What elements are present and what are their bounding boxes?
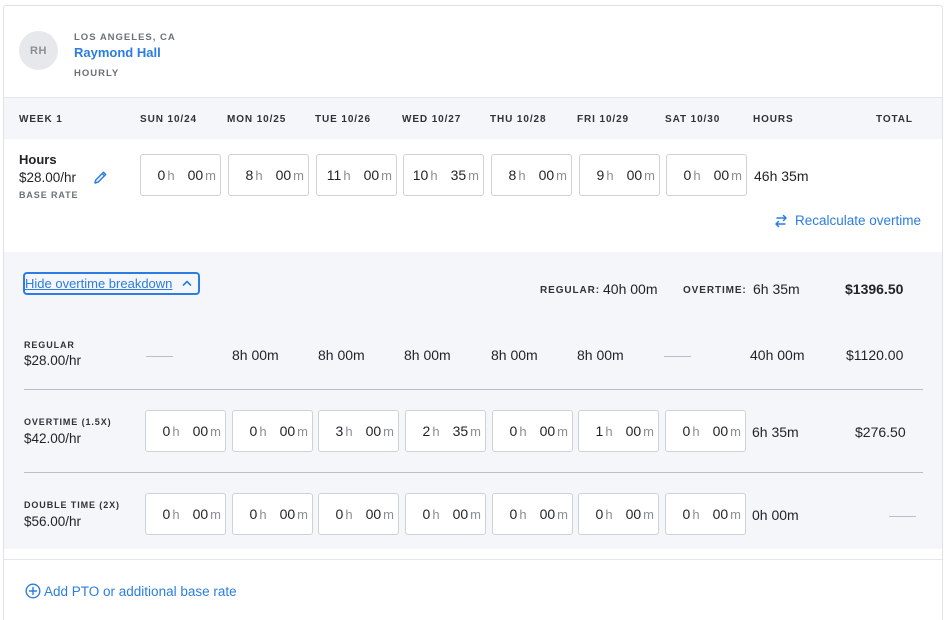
week-header: WEEK 1 SUN 10/24 MON 10/25 TUE 10/26 WED…	[4, 97, 942, 139]
recalculate-overtime-link[interactable]: Recalculate overtime	[774, 213, 921, 228]
add-pto-link[interactable]: Add PTO or additional base rate	[25, 583, 237, 599]
total-header: TOTAL	[876, 114, 913, 125]
swap-arrows-icon	[775, 214, 787, 227]
regular-total: $1120.00	[846, 347, 904, 363]
regular-hours: 40h 00m	[750, 347, 805, 363]
double-time-hours: 0h 00m	[752, 507, 799, 523]
timecard: RH LOS ANGELES, CA Raymond Hall HOURLY W…	[3, 5, 943, 620]
regular-rate: $28.00/hr	[24, 353, 82, 368]
overtime-input-mon[interactable]: 0 h 00 m	[232, 410, 313, 452]
hours-input-mon[interactable]: 8 h 00 m	[228, 154, 309, 196]
day-header-wed: WED 10/27	[402, 114, 462, 125]
overtime-row-label: OVERTIME (1.5X)	[24, 417, 112, 427]
breakdown-divider	[24, 472, 923, 473]
hours-input-tue[interactable]: 11 h 00 m	[316, 154, 397, 196]
overtime-input-sat[interactable]: 0 h 00 m	[665, 410, 746, 452]
regular-summary-label: REGULAR:	[540, 285, 600, 296]
double-time-total: ——	[889, 507, 916, 523]
regular-day-sun: ——	[146, 347, 173, 363]
double-time-input-sun[interactable]: 0 h 00 m	[145, 493, 226, 535]
hours-input-sat[interactable]: 0 h 00 m	[666, 154, 747, 196]
regular-row-label: REGULAR	[24, 340, 75, 350]
double-time-input-sat[interactable]: 0 h 00 m	[665, 493, 746, 535]
hide-overtime-breakdown-button[interactable]: Hide overtime breakdown	[23, 272, 201, 295]
pencil-icon[interactable]	[93, 170, 108, 190]
day-header-thu: THU 10/28	[490, 114, 547, 125]
double-time-input-tue[interactable]: 0 h 00 m	[318, 493, 399, 535]
double-time-input-fri[interactable]: 0 h 00 m	[578, 493, 659, 535]
base-rate-value: $28.00/hr	[19, 170, 77, 185]
chevron-up-icon	[181, 277, 193, 292]
employee-location: LOS ANGELES, CA	[74, 32, 176, 43]
regular-day-sat: ——	[664, 347, 691, 363]
overtime-hours: 6h 35m	[752, 424, 799, 440]
double-time-input-wed[interactable]: 0 h 00 m	[405, 493, 486, 535]
hours-input-fri[interactable]: 9 h 00 m	[579, 154, 660, 196]
overtime-input-tue[interactable]: 3 h 00 m	[318, 410, 399, 452]
overtime-input-wed[interactable]: 2 h 35 m	[405, 410, 486, 452]
overtime-input-fri[interactable]: 1 h 00 m	[578, 410, 659, 452]
employee-name-link[interactable]: Raymond Hall	[74, 45, 161, 60]
hours-input-sun[interactable]: 0 h 00 m	[140, 154, 221, 196]
overtime-breakdown-panel: Hide overtime breakdown REGULAR: 40h 00m…	[4, 252, 942, 549]
double-time-input-mon[interactable]: 0 h 00 m	[232, 493, 313, 535]
regular-day-thu: 8h 00m	[491, 347, 538, 363]
regular-day-wed: 8h 00m	[404, 347, 451, 363]
day-header-fri: FRI 10/29	[577, 114, 630, 125]
employee-pay-type: HOURLY	[74, 68, 120, 79]
overtime-summary-value: 6h 35m	[753, 281, 800, 297]
regular-day-fri: 8h 00m	[577, 347, 624, 363]
hours-input-wed[interactable]: 10 h 35 m	[403, 154, 484, 196]
day-header-tue: TUE 10/26	[315, 114, 371, 125]
overtime-input-thu[interactable]: 0 h 00 m	[492, 410, 573, 452]
breakdown-divider	[24, 389, 923, 390]
day-header-sat: SAT 10/30	[665, 114, 721, 125]
hours-row-total-hours: 46h 35m	[754, 168, 809, 184]
hide-overtime-breakdown-label: Hide overtime breakdown	[25, 276, 173, 291]
footer-divider	[4, 559, 942, 560]
overtime-rate: $42.00/hr	[24, 431, 82, 446]
overtime-input-sun[interactable]: 0 h 00 m	[145, 410, 226, 452]
avatar-initials: RH	[30, 44, 47, 57]
double-time-input-thu[interactable]: 0 h 00 m	[492, 493, 573, 535]
day-header-mon: MON 10/25	[227, 114, 287, 125]
double-time-row-label: DOUBLE TIME (2X)	[24, 500, 120, 510]
hours-row-label: Hours	[19, 152, 57, 167]
hours-header: HOURS	[753, 114, 794, 125]
regular-summary-value: 40h 00m	[603, 281, 658, 297]
day-header-sun: SUN 10/24	[140, 114, 198, 125]
grand-total: $1396.50	[845, 281, 904, 297]
base-rate-label: BASE RATE	[19, 190, 79, 200]
overtime-total: $276.50	[855, 424, 906, 440]
double-time-rate: $56.00/hr	[24, 514, 82, 529]
add-pto-label: Add PTO or additional base rate	[44, 583, 237, 599]
regular-day-mon: 8h 00m	[232, 347, 279, 363]
hours-input-thu[interactable]: 8 h 00 m	[491, 154, 572, 196]
regular-day-tue: 8h 00m	[318, 347, 365, 363]
plus-circle-icon	[25, 583, 41, 599]
recalculate-overtime-label: Recalculate overtime	[795, 213, 922, 228]
avatar: RH	[19, 31, 58, 70]
week-label: WEEK 1	[19, 114, 63, 125]
overtime-summary-label: OVERTIME:	[683, 285, 747, 296]
